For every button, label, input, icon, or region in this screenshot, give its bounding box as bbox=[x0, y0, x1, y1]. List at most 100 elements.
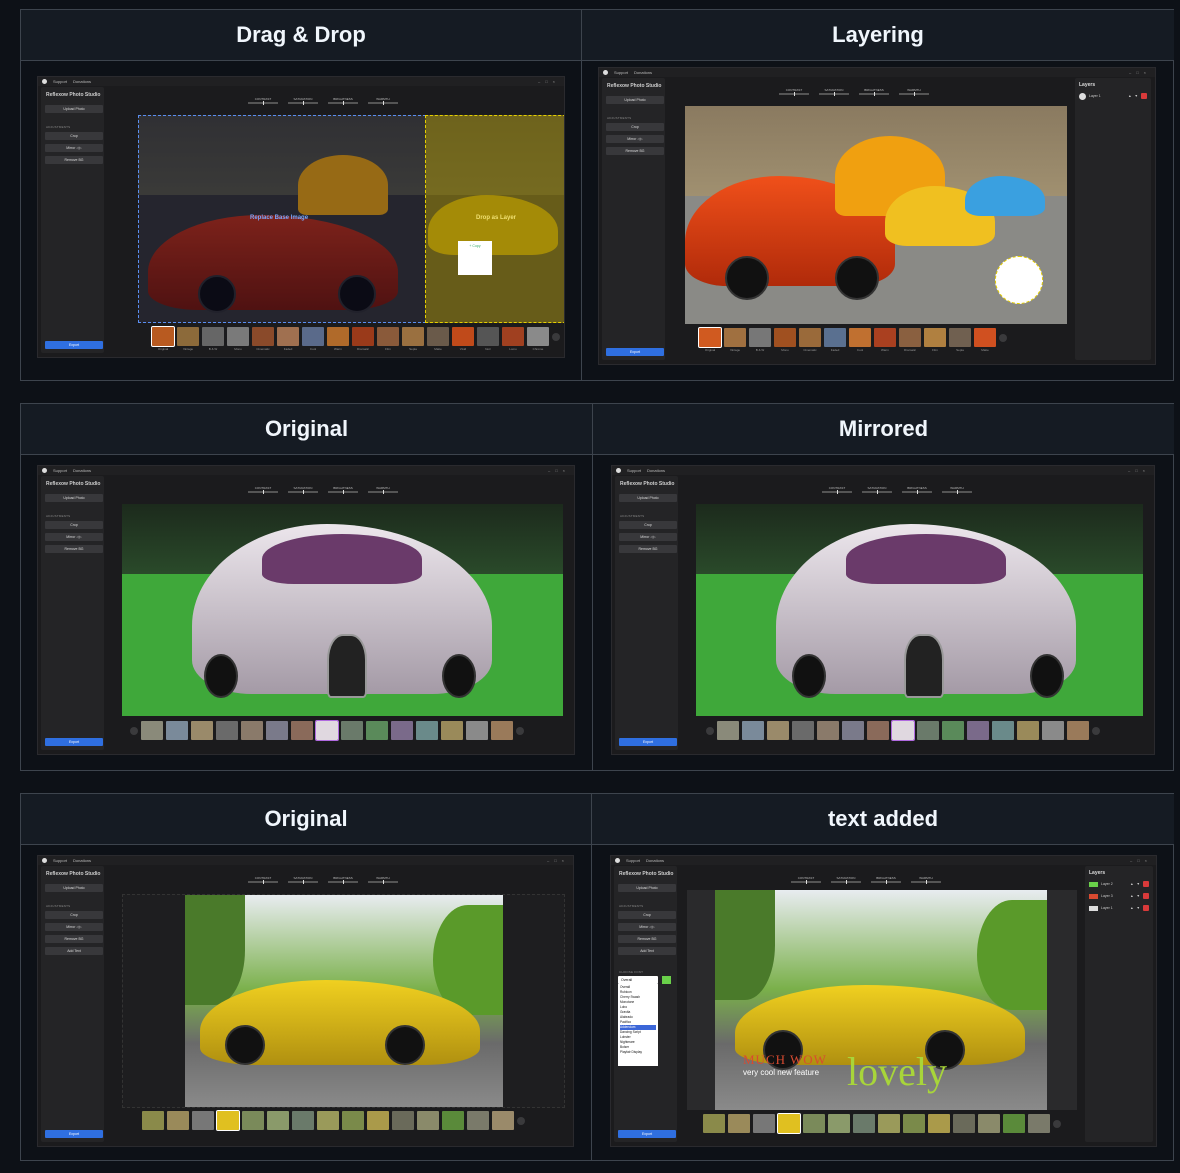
filter-thumb[interactable] bbox=[1067, 721, 1089, 740]
upload-photo-button[interactable]: Upload Photo bbox=[618, 884, 676, 892]
filter-thumb[interactable] bbox=[466, 721, 488, 740]
filter-thumb[interactable] bbox=[728, 1114, 750, 1133]
layer-logo-overlay[interactable] bbox=[995, 256, 1043, 304]
filter-thumb[interactable] bbox=[141, 721, 163, 740]
brightness-slider[interactable]: BRIGHTNESS bbox=[328, 486, 358, 494]
filter-thumb[interactable] bbox=[792, 721, 814, 740]
upload-photo-button[interactable]: Upload Photo bbox=[45, 494, 103, 502]
filter-thumb[interactable] bbox=[928, 1114, 950, 1133]
filter-thumb[interactable] bbox=[292, 1111, 314, 1130]
filter-thumb[interactable] bbox=[842, 721, 864, 740]
layer-row[interactable]: Layer 1 ▲ ▼ bbox=[1089, 904, 1149, 912]
menu-support[interactable]: Support bbox=[626, 858, 640, 863]
layer-down-icon[interactable]: ▼ bbox=[1137, 894, 1140, 898]
contrast-slider[interactable]: CONTRAST bbox=[248, 876, 278, 884]
filter-thumb[interactable]: Sepia bbox=[949, 328, 971, 352]
upload-photo-button[interactable]: Upload Photo bbox=[606, 96, 664, 104]
filter-thumb[interactable] bbox=[192, 1111, 214, 1130]
filter-thumb[interactable]: Film bbox=[377, 327, 399, 351]
export-button[interactable]: Export bbox=[45, 341, 103, 349]
mirror-button[interactable]: Mirror ◁▷ bbox=[619, 533, 677, 541]
layer-delete-button[interactable] bbox=[1143, 893, 1149, 899]
filter-thumb[interactable]: Faded bbox=[824, 328, 846, 352]
strip-next-button[interactable] bbox=[1092, 727, 1100, 735]
filter-thumb[interactable]: Cool bbox=[849, 328, 871, 352]
layer-delete-button[interactable] bbox=[1143, 881, 1149, 887]
filter-thumb[interactable] bbox=[942, 721, 964, 740]
photo-canvas[interactable] bbox=[696, 504, 1143, 716]
strip-prev-button[interactable] bbox=[706, 727, 714, 735]
filter-thumb[interactable] bbox=[266, 721, 288, 740]
photo-canvas[interactable]: MUCH WOW very cool new feature lovely bbox=[687, 890, 1077, 1110]
layer-row[interactable]: Layer 2 ▲ ▼ bbox=[1089, 880, 1149, 888]
mirror-button[interactable]: Mirror ◁▷ bbox=[606, 135, 664, 143]
brightness-slider[interactable]: BRIGHTNESS bbox=[902, 486, 932, 494]
filter-thumb[interactable] bbox=[1042, 721, 1064, 740]
photo-canvas[interactable] bbox=[122, 504, 563, 716]
brightness-slider[interactable]: BRIGHTNESS bbox=[859, 88, 889, 96]
export-button[interactable]: Export bbox=[619, 738, 677, 746]
filter-thumb[interactable] bbox=[342, 1111, 364, 1130]
filter-thumb[interactable] bbox=[241, 721, 263, 740]
menu-donations[interactable]: Donations bbox=[73, 79, 91, 84]
photo-canvas[interactable] bbox=[122, 894, 565, 1108]
contrast-slider[interactable]: CONTRAST bbox=[248, 486, 278, 494]
filter-thumb[interactable]: Original bbox=[151, 326, 175, 351]
add-text-button[interactable]: Add Text bbox=[45, 947, 103, 955]
text-layer-much-wow[interactable]: MUCH WOW bbox=[743, 1052, 827, 1068]
mirror-button[interactable]: Mirror ◁▷ bbox=[45, 144, 103, 152]
filter-thumb[interactable]: B & W bbox=[202, 327, 224, 351]
filter-thumb[interactable] bbox=[992, 721, 1014, 740]
filter-thumb[interactable] bbox=[216, 1110, 240, 1131]
strip-next-button[interactable] bbox=[999, 334, 1007, 342]
window-controls[interactable]: –□× bbox=[1130, 858, 1152, 863]
layer-down-icon[interactable]: ▼ bbox=[1137, 882, 1140, 886]
photo-canvas[interactable]: Replace Base Image Drop as Layer + Copy bbox=[138, 115, 564, 323]
layer-down-icon[interactable]: ▼ bbox=[1135, 94, 1138, 98]
upload-photo-button[interactable]: Upload Photo bbox=[45, 105, 103, 113]
filter-thumb[interactable] bbox=[742, 721, 764, 740]
saturation-slider[interactable]: SATURATION bbox=[288, 97, 318, 105]
filter-thumb[interactable]: Vivid bbox=[452, 327, 474, 351]
crop-button[interactable]: Crop bbox=[618, 911, 676, 919]
filter-thumb[interactable] bbox=[442, 1111, 464, 1130]
filter-thumb[interactable]: Dramatic bbox=[899, 328, 921, 352]
window-controls[interactable]: –□× bbox=[548, 468, 570, 473]
window-controls[interactable]: –□× bbox=[1128, 468, 1150, 473]
layer-up-icon[interactable]: ▲ bbox=[1130, 882, 1133, 886]
filter-thumb[interactable]: Mono bbox=[774, 328, 796, 352]
filter-thumb[interactable] bbox=[317, 1111, 339, 1130]
window-controls[interactable]: –□× bbox=[547, 858, 569, 863]
filter-thumb[interactable] bbox=[467, 1111, 489, 1130]
filter-thumb[interactable] bbox=[417, 1111, 439, 1130]
strip-next-button[interactable] bbox=[517, 1117, 525, 1125]
font-color-swatch[interactable] bbox=[662, 976, 671, 984]
window-controls[interactable]: –□× bbox=[538, 79, 560, 84]
filter-thumb[interactable]: Dramatic bbox=[352, 327, 374, 351]
menu-donations[interactable]: Donations bbox=[647, 468, 665, 473]
text-layer-cool-feature[interactable]: very cool new feature bbox=[743, 1068, 819, 1077]
layer-up-icon[interactable]: ▲ bbox=[1130, 906, 1133, 910]
filter-thumb[interactable] bbox=[777, 1113, 801, 1134]
filter-thumb[interactable] bbox=[366, 721, 388, 740]
menu-support[interactable]: Support bbox=[614, 70, 628, 75]
remove-bg-button[interactable]: Remove BG bbox=[45, 545, 103, 553]
filter-thumb[interactable]: B & W bbox=[749, 328, 771, 352]
menu-support[interactable]: Support bbox=[53, 79, 67, 84]
filter-thumb[interactable] bbox=[216, 721, 238, 740]
filter-thumb[interactable]: Matte bbox=[427, 327, 449, 351]
warmth-slider[interactable]: WARMTH bbox=[911, 876, 941, 884]
filter-thumb[interactable]: Cinematic bbox=[799, 328, 821, 352]
layer-row[interactable]: Layer 1 ▲ ▼ bbox=[1079, 92, 1147, 100]
filter-thumb[interactable] bbox=[1028, 1114, 1050, 1133]
filter-thumb[interactable] bbox=[867, 721, 889, 740]
contrast-slider[interactable]: CONTRAST bbox=[779, 88, 809, 96]
saturation-slider[interactable]: SATURATION bbox=[819, 88, 849, 96]
filter-thumb[interactable] bbox=[828, 1114, 850, 1133]
brightness-slider[interactable]: BRIGHTNESS bbox=[328, 97, 358, 105]
filter-thumb[interactable]: Faded bbox=[277, 327, 299, 351]
mirror-button[interactable]: Mirror ◁▷ bbox=[45, 533, 103, 541]
export-button[interactable]: Export bbox=[45, 1130, 103, 1138]
saturation-slider[interactable]: SATURATION bbox=[862, 486, 892, 494]
crop-button[interactable]: Crop bbox=[45, 911, 103, 919]
